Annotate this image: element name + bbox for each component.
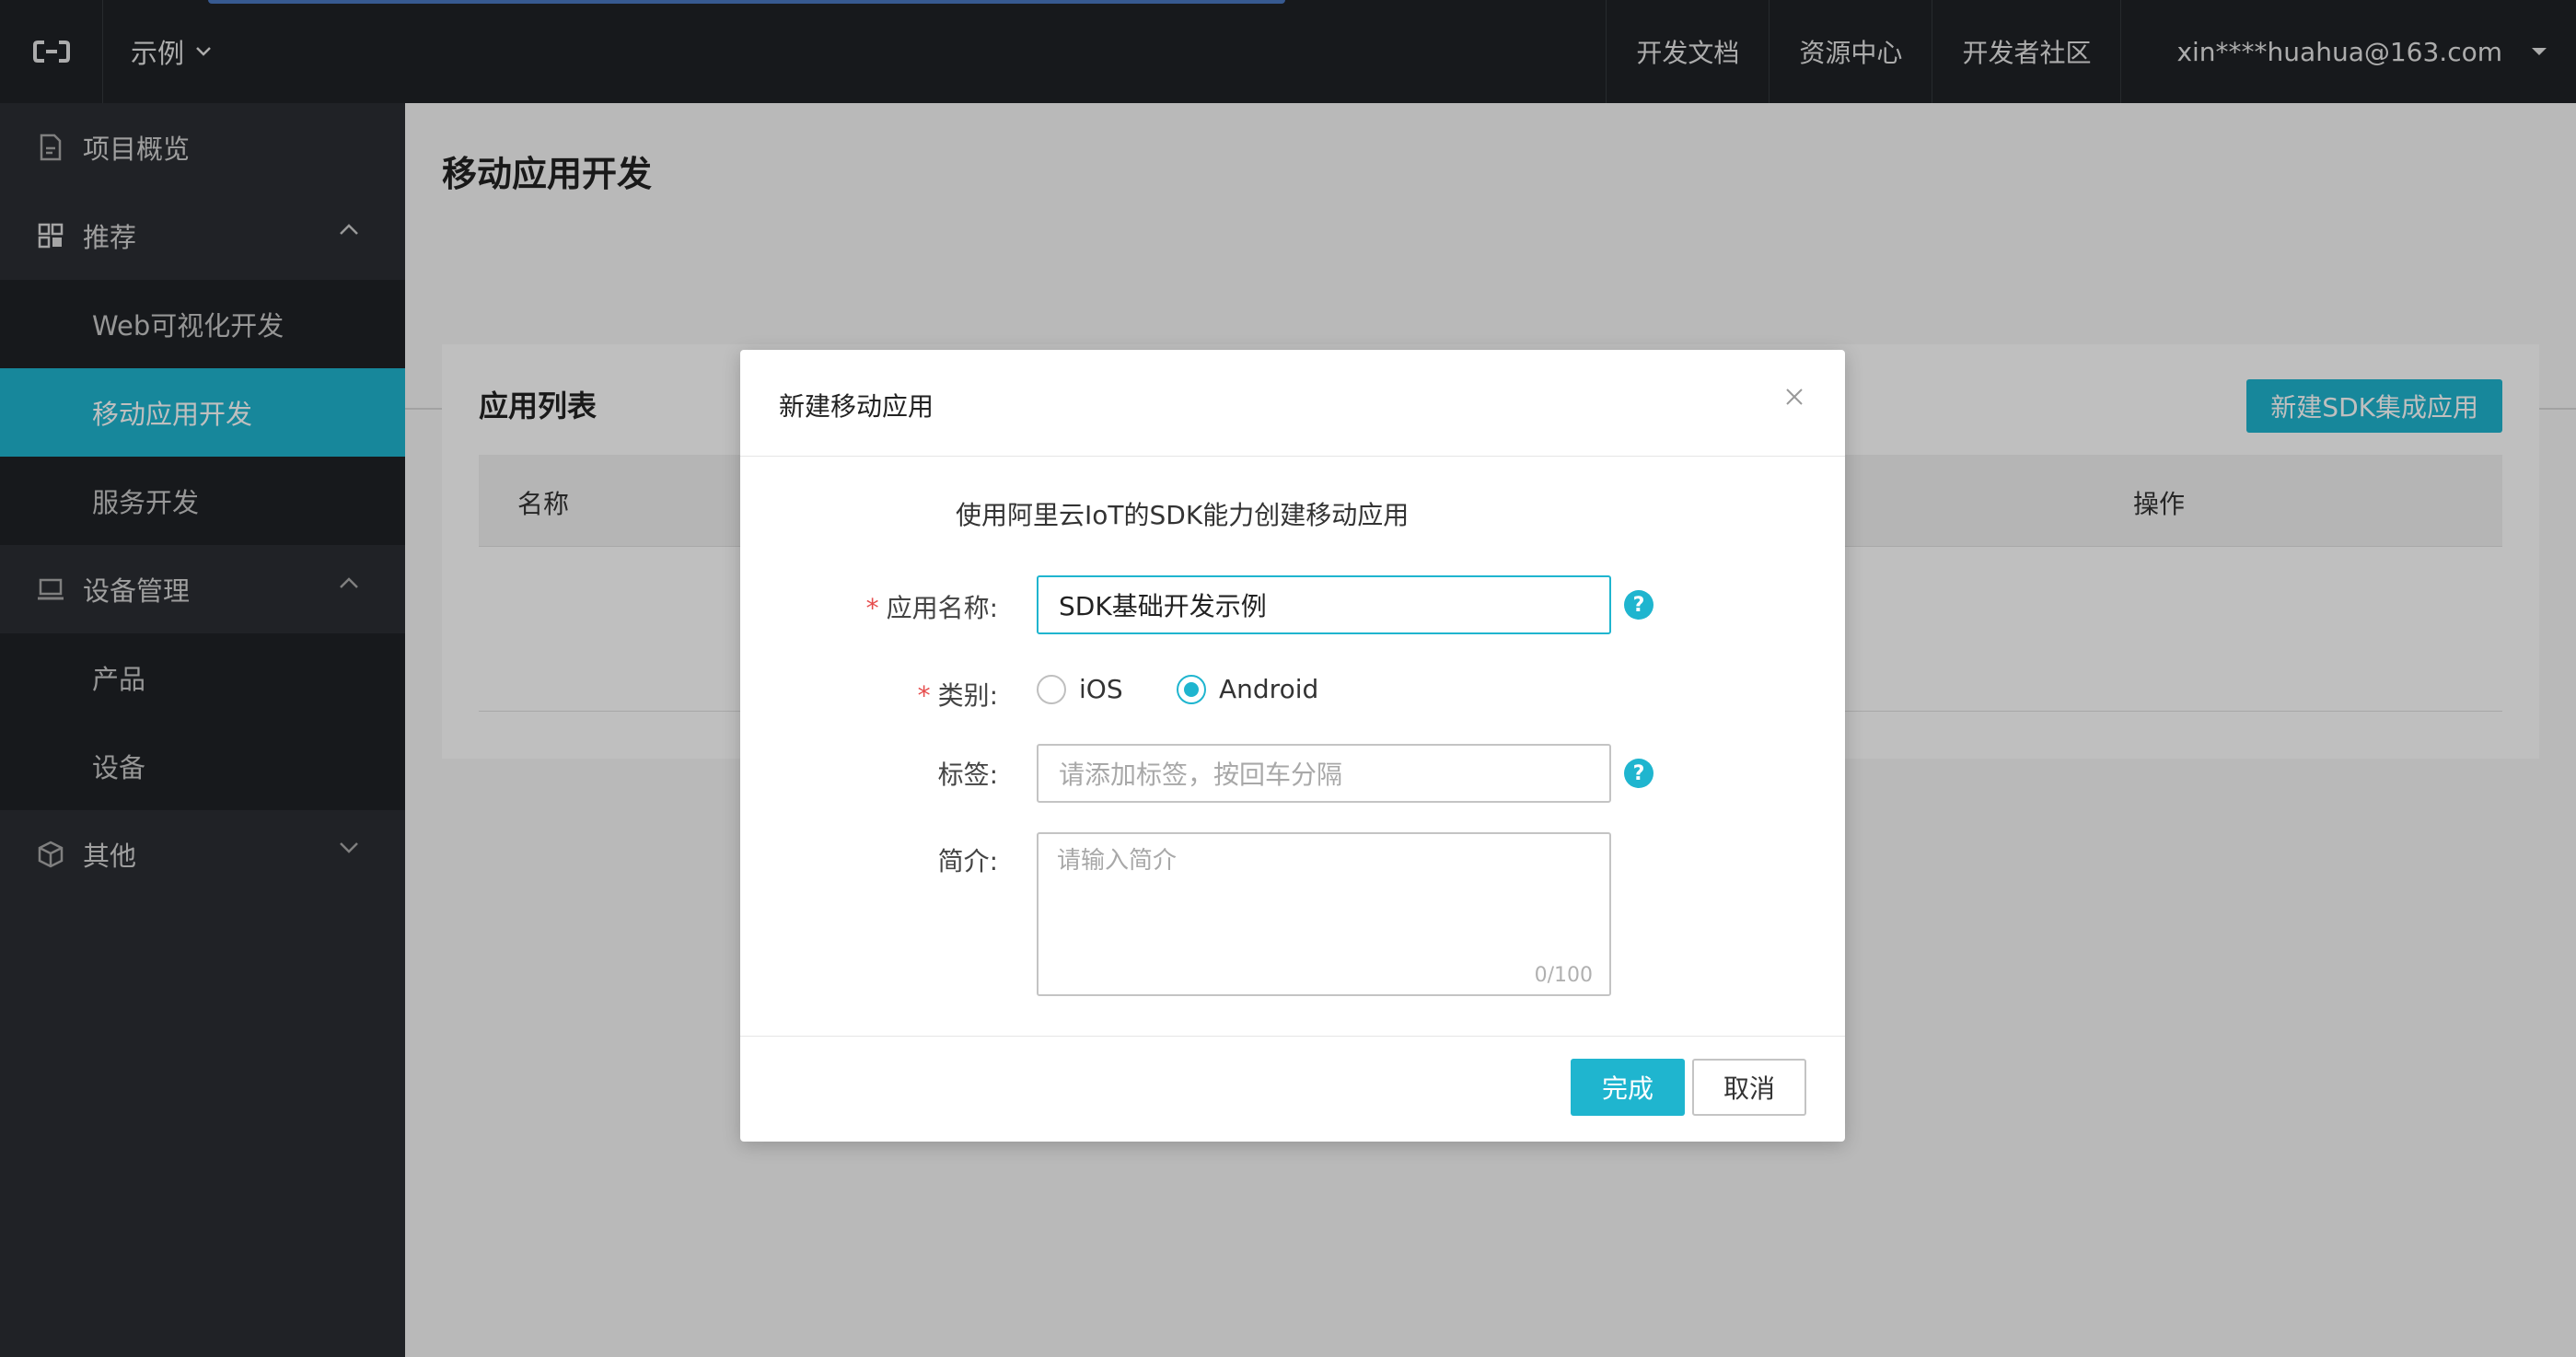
radio-label: Android [1219,674,1319,704]
intro-label: 简介: [937,846,998,876]
radio-circle-selected [1177,674,1206,704]
radio-ios[interactable]: iOS [1037,674,1123,704]
help-icon[interactable]: ? [1624,759,1654,788]
app-name-label: * 应用名称: [865,593,998,623]
dialog-description: 使用阿里云IoT的SDK能力创建移动应用 [956,500,1410,530]
radio-label: iOS [1079,674,1123,704]
new-mobile-app-dialog: 新建移动应用 使用阿里云IoT的SDK能力创建移动应用 * 应用名称: SDK基础… [740,350,1845,1142]
required-mark: * [865,593,879,623]
required-mark: * [917,680,931,711]
intro-textarea[interactable]: 请输入简介 0/100 [1037,832,1611,996]
app-name-input[interactable]: SDK基础开发示例 [1037,575,1611,634]
intro-placeholder: 请输入简介 [1057,847,1178,875]
dialog-header: 新建移动应用 [740,350,1845,457]
close-icon[interactable] [1781,383,1808,411]
dialog-title: 新建移动应用 [779,391,934,422]
help-icon[interactable]: ? [1624,590,1654,620]
confirm-button[interactable]: 完成 [1571,1059,1685,1116]
radio-circle [1037,674,1066,704]
radio-android[interactable]: Android [1177,674,1318,704]
cancel-button[interactable]: 取消 [1692,1059,1806,1116]
category-label: * 类别: [917,680,998,711]
dialog-footer-divider [740,1036,1845,1037]
tags-input[interactable]: 请添加标签，按回车分隔 [1037,744,1611,803]
char-counter: 0/100 [1534,964,1593,987]
tags-label: 标签: [937,760,998,790]
